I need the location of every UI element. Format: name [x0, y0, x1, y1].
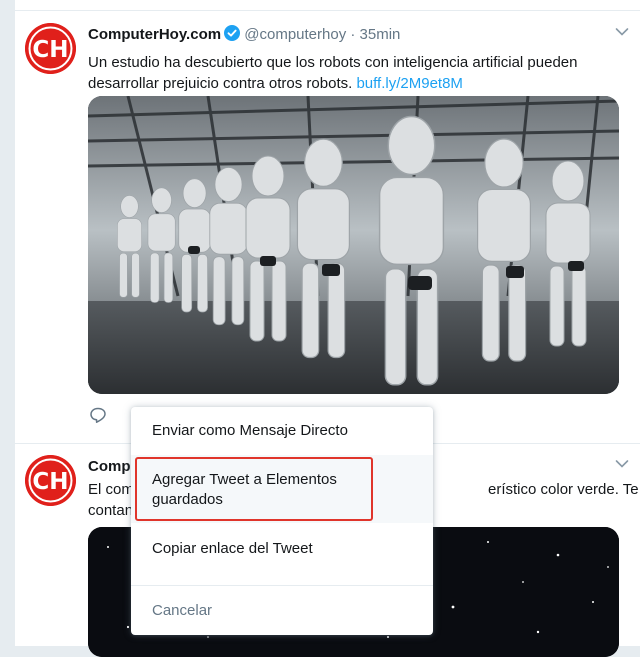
- computerhoy-logo-icon: CH: [25, 23, 76, 74]
- menu-item-label: Agregar Tweet a Elementos guardados: [152, 471, 337, 508]
- tweet-link[interactable]: buff.ly/2M9et8M: [356, 75, 462, 92]
- separator-dot: ·: [350, 26, 356, 43]
- menu-item-add-to-bookmarks[interactable]: Agregar Tweet a Elementos guardados: [131, 455, 433, 523]
- tweet-context-menu: Enviar como Mensaje Directo Agregar Twee…: [131, 407, 433, 635]
- tweet-media-robots[interactable]: [88, 96, 619, 394]
- verified-badge-icon: [224, 25, 241, 41]
- author-name[interactable]: ComputerHoy.com: [88, 26, 221, 43]
- menu-item-send-direct-message[interactable]: Enviar como Mensaje Directo: [131, 421, 433, 441]
- tweet-timestamp[interactable]: 35min: [360, 26, 401, 43]
- author-handle[interactable]: @computerhoy: [244, 26, 346, 43]
- chevron-down-icon[interactable]: [615, 25, 629, 39]
- tweet-text-line2: contan: [88, 502, 134, 519]
- svg-text:CH: CH: [32, 37, 68, 63]
- menu-item-copy-link[interactable]: Copiar enlace del Tweet: [131, 539, 433, 559]
- tweet-header: ComputerHoy.com @computerhoy · 35min: [88, 25, 400, 43]
- avatar[interactable]: CH: [25, 455, 76, 506]
- tweet-text-line1-right: erístico color verde. Te: [488, 481, 639, 498]
- reply-icon[interactable]: [89, 406, 107, 424]
- robots-photo-icon: [88, 96, 619, 394]
- tweet-body: Un estudio ha descubierto que los robots…: [88, 54, 578, 92]
- menu-divider: [131, 585, 433, 586]
- tweet-text: Un estudio ha descubierto que los robots…: [88, 52, 628, 94]
- avatar[interactable]: CH: [25, 23, 76, 74]
- svg-text:CH: CH: [32, 469, 68, 495]
- menu-item-cancel[interactable]: Cancelar: [131, 601, 433, 621]
- tweet-text-line1-left: El com: [88, 481, 134, 498]
- chevron-down-icon[interactable]: [615, 457, 629, 471]
- tweet[interactable]: CH ComputerHoy.com @computerhoy · 35min …: [15, 10, 640, 444]
- computerhoy-logo-icon: CH: [25, 455, 76, 506]
